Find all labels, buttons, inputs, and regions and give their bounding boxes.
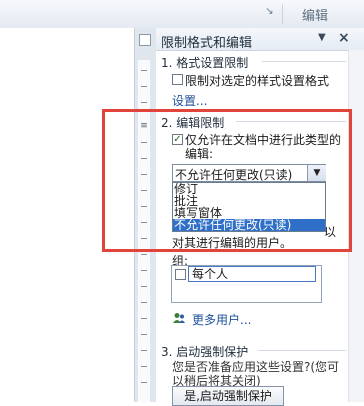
start-enforcing-button[interactable]: 是,启动强制保护: [172, 386, 284, 406]
section-1-title: 1. 格式设置限制: [161, 56, 249, 70]
ruler-tick: [141, 382, 147, 383]
pane-options-menu-icon[interactable]: ▼: [318, 32, 326, 43]
pane-title: 限制格式和编辑: [161, 36, 253, 51]
format-restriction-checkbox[interactable]: [172, 74, 183, 85]
users-icon[interactable]: [172, 312, 186, 324]
everyone-checkbox[interactable]: [175, 269, 186, 280]
ruler-tick: [141, 254, 147, 255]
format-restriction-label: 限制对选定的样式设置格式: [185, 74, 330, 88]
ruler-toggle-icon[interactable]: [138, 28, 152, 50]
format-settings-link[interactable]: 设置...: [172, 92, 207, 109]
everyone-label[interactable]: 每个人: [188, 266, 316, 282]
ruler-tick: [141, 286, 147, 287]
ruler-tick: [141, 86, 147, 87]
ruler-tick: [141, 334, 147, 335]
ribbon-group-label-editing: 编辑: [302, 9, 329, 24]
ruler-tick: [141, 302, 147, 303]
divider: [258, 350, 346, 351]
divider: [262, 61, 346, 62]
dialog-launcher-icon[interactable]: ↘: [264, 6, 275, 17]
ruler-tick: [141, 270, 147, 271]
ribbon-separator: [282, 4, 283, 24]
close-icon[interactable]: ×: [338, 30, 350, 46]
more-users-link[interactable]: 更多用户...: [192, 311, 251, 328]
ruler-tick: [141, 366, 147, 367]
ruler-tick: [141, 318, 147, 319]
red-highlight-box: [102, 109, 352, 252]
ruler-tick: [141, 70, 147, 71]
ruler-tick: [141, 102, 147, 103]
ruler-tick: [141, 350, 147, 351]
